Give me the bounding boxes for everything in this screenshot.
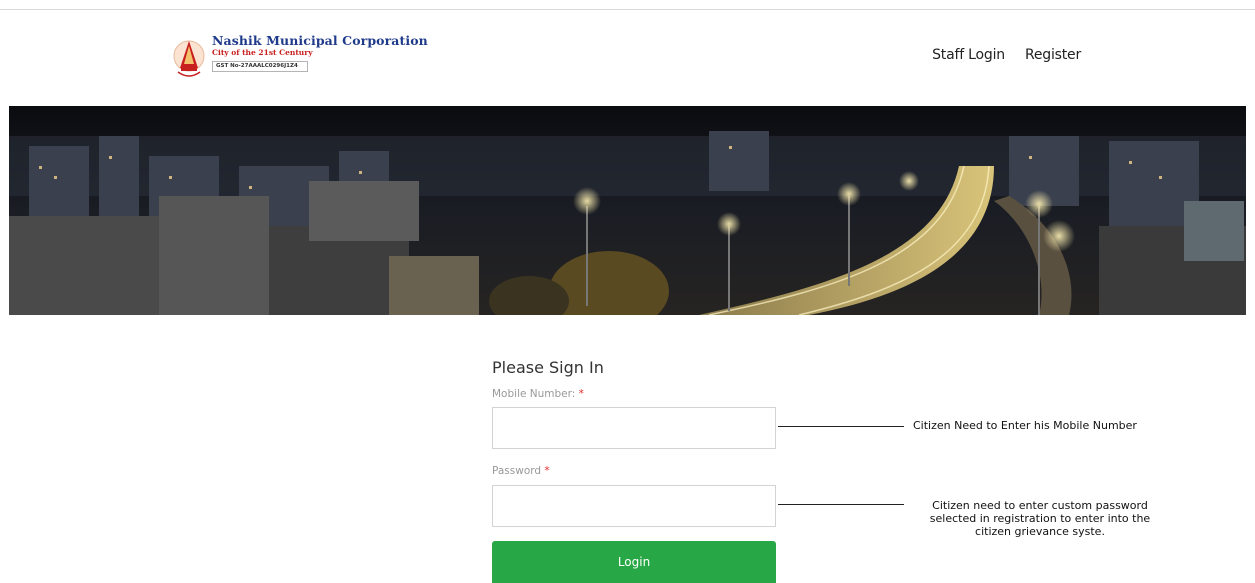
mobile-label-text: Mobile Number: [492,388,576,400]
login-button[interactable]: Login [492,541,776,583]
password-callout-line [778,504,904,505]
required-mark: * [578,388,584,400]
register-link[interactable]: Register [1025,47,1081,63]
mobile-callout-line [778,426,904,427]
staff-login-link[interactable]: Staff Login [932,47,1005,63]
password-label-text: Password [492,465,542,477]
password-label: Password * [492,465,550,477]
password-input[interactable] [492,485,776,527]
city-night-image [9,106,1246,315]
hero-banner [9,106,1246,315]
org-tagline: City of the 21st Century [212,48,313,57]
mobile-label: Mobile Number: * [492,388,584,400]
top-nav: Staff Login Register [932,47,1081,63]
site-logo[interactable]: Nashik Municipal Corporation City of the… [172,34,428,82]
required-mark: * [544,465,550,477]
top-divider [0,9,1255,10]
logo-text: Nashik Municipal Corporation City of the… [212,34,428,72]
gst-number: GST No-27AAALC0296J1Z4 [212,61,308,72]
org-name: Nashik Municipal Corporation [212,33,428,48]
mobile-number-input[interactable] [492,407,776,449]
password-annotation: Citizen need to enter custom password se… [929,499,1151,538]
mobile-annotation: Citizen Need to Enter his Mobile Number [913,419,1137,432]
nmc-emblem-icon [173,40,205,77]
signin-title: Please Sign In [492,358,604,377]
